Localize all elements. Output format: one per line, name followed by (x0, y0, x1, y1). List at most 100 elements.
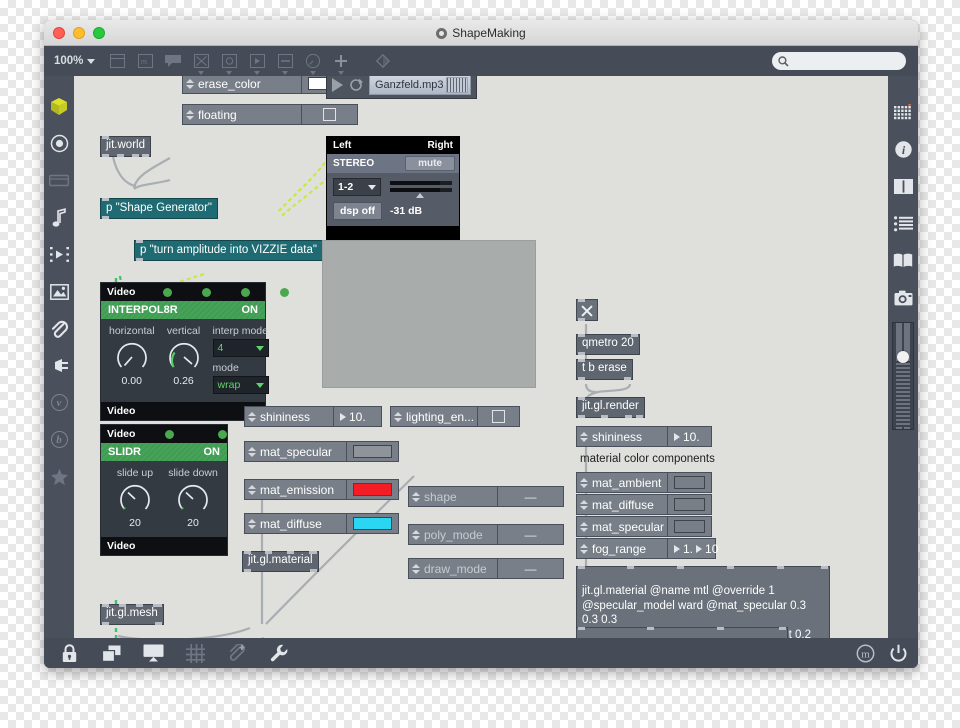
trigger-icon[interactable] (249, 53, 265, 75)
color-swatch[interactable] (674, 476, 705, 489)
sidebar-item-paperclip-icon[interactable] (44, 310, 74, 347)
spinner-icon[interactable] (580, 431, 588, 442)
spinner-icon[interactable] (248, 518, 256, 529)
attrui-poly-mode[interactable]: poly_mode — (408, 524, 564, 545)
attrui-draw-mode[interactable]: draw_mode — (408, 558, 564, 579)
spinner-icon[interactable] (248, 484, 256, 495)
inlet-dot[interactable] (163, 287, 173, 297)
attrui-mat-diffuse[interactable]: mat_diffuse (244, 513, 399, 534)
toggle-icon[interactable] (193, 53, 209, 75)
object-qmetro[interactable]: qmetro 20 (576, 334, 640, 355)
audio-player-transport[interactable]: Ganzfeld.mp3 (326, 76, 478, 99)
inlet-dot[interactable] (165, 429, 175, 439)
knob-dial-icon[interactable] (115, 340, 149, 374)
knob-slide-down[interactable]: slide down 20 (167, 467, 219, 529)
sidebar-item-matrix-grid-icon[interactable] (888, 94, 918, 131)
knob-dial-icon[interactable] (118, 482, 152, 516)
attrui-value[interactable]: — (498, 558, 564, 579)
object-amplitude-to-vizzie-subpatcher[interactable]: p "turn amplitude into VIZZIE data" (134, 240, 323, 261)
object-jit-gl-material[interactable]: jit.gl.material (242, 551, 319, 572)
attrui-value[interactable] (347, 441, 399, 462)
sidebar-item-panel-split-icon[interactable] (888, 168, 918, 205)
object-box-icon[interactable] (109, 53, 125, 69)
message-jit-gl-gridshape[interactable]: jit.gl.gridshape @shape torus @material … (576, 627, 788, 638)
layers-icon[interactable] (90, 638, 132, 668)
knob-slide-up[interactable]: slide up 20 (109, 467, 161, 529)
attrui-value[interactable] (668, 516, 712, 537)
audio-file-chip[interactable]: Ganzfeld.mp3 (369, 76, 472, 95)
lock-icon[interactable] (48, 638, 90, 668)
color-swatch[interactable] (674, 520, 705, 533)
object-trigger[interactable]: t b erase (576, 359, 633, 380)
patcher-canvas[interactable]: erase_color floating jit.world Ganzfeld.… (74, 76, 888, 638)
attrui-mat-specular-render[interactable]: mat_specular (576, 516, 712, 537)
spinner-icon[interactable] (580, 521, 588, 532)
dial-icon[interactable] (305, 53, 321, 75)
checkbox-icon[interactable] (323, 108, 336, 121)
attrui-floating-value[interactable] (302, 104, 358, 125)
grid-snap-icon[interactable] (174, 638, 216, 668)
attrui-lighting-enable[interactable]: lighting_en... (390, 406, 520, 427)
sidebar-item-vizzie-v-icon[interactable]: v (44, 384, 74, 421)
fader-slider[interactable] (892, 322, 914, 430)
button-icon[interactable] (221, 53, 237, 75)
spinner-icon[interactable] (186, 109, 194, 120)
color-swatch[interactable] (353, 517, 392, 530)
max-console-icon[interactable]: m (856, 638, 875, 668)
wrench-icon[interactable] (258, 638, 300, 668)
play-icon[interactable] (332, 78, 343, 92)
attrui-mat-emission[interactable]: mat_emission (244, 479, 399, 500)
zoom-level-dropdown[interactable]: 100% (54, 55, 96, 67)
object-jit-world[interactable]: jit.world (100, 136, 151, 157)
attrui-value[interactable]: — (498, 486, 564, 507)
inlet-dot[interactable] (202, 287, 212, 297)
color-swatch[interactable] (353, 445, 392, 458)
attrui-mat-diffuse-render[interactable]: mat_diffuse (576, 494, 712, 515)
color-swatch[interactable] (353, 483, 392, 496)
sidebar-item-list-icon[interactable] (888, 205, 918, 242)
knob-vertical[interactable]: vertical 0.26 (167, 325, 201, 387)
vizzie-interpol8r-module[interactable]: Video INTERPOL8R ON horizontal 0.00 vert… (100, 282, 290, 421)
spinner-icon[interactable] (248, 411, 256, 422)
attrui-value[interactable] (347, 513, 399, 534)
knob-dial-icon[interactable] (167, 340, 201, 374)
attrui-value[interactable]: 10. (668, 426, 712, 447)
attrui-value[interactable] (347, 479, 399, 500)
toggle-icon[interactable] (576, 299, 598, 321)
module-state-badge[interactable]: ON (242, 304, 259, 316)
sidebar-item-music-note-icon[interactable] (44, 199, 74, 236)
inlet-dot[interactable] (218, 429, 228, 439)
color-swatch[interactable] (674, 498, 705, 511)
sidebar-item-folder-icon[interactable] (44, 162, 74, 199)
vizzie-slidr-module[interactable]: Video SLIDR ON slide up 20 slide down 20… (100, 424, 228, 556)
attrui-value[interactable] (668, 494, 712, 515)
attrui-value[interactable]: 1. 10 (668, 538, 718, 559)
add-object-icon[interactable] (333, 53, 349, 75)
attrui-mat-specular[interactable]: mat_specular (244, 441, 399, 462)
power-icon[interactable] (889, 638, 908, 668)
close-button[interactable] (53, 26, 65, 39)
spinner-icon[interactable] (580, 477, 588, 488)
knob-dial-icon[interactable] (176, 482, 210, 516)
slider-icon[interactable] (277, 53, 293, 75)
knob-horizontal[interactable]: horizontal 0.00 (109, 325, 155, 387)
attrui-value[interactable]: 10. (334, 406, 382, 427)
sidebar-item-video-clip-icon[interactable] (44, 236, 74, 273)
inlet-dot[interactable] (280, 287, 290, 297)
zoom-button[interactable] (93, 26, 105, 39)
gain-handle-icon[interactable] (416, 193, 424, 198)
attrui-shape[interactable]: shape — (408, 486, 564, 507)
spinner-icon[interactable] (412, 529, 420, 540)
sidebar-item-image-icon[interactable] (44, 273, 74, 310)
attrui-mat-ambient[interactable]: mat_ambient (576, 472, 712, 493)
presentation-mode-icon[interactable] (132, 638, 174, 668)
sidebar-item-star-icon[interactable] (44, 458, 74, 495)
sidebar-item-target-icon[interactable] (44, 125, 74, 162)
video-display-panel[interactable] (322, 240, 536, 388)
dsp-toggle-button[interactable]: dsp off (333, 202, 382, 220)
window-controls[interactable] (53, 26, 105, 39)
minimize-button[interactable] (73, 26, 85, 39)
spinner-icon[interactable] (580, 499, 588, 510)
sidebar-item-reference-book-icon[interactable] (888, 242, 918, 279)
sidebar-item-plug-icon[interactable] (44, 347, 74, 384)
